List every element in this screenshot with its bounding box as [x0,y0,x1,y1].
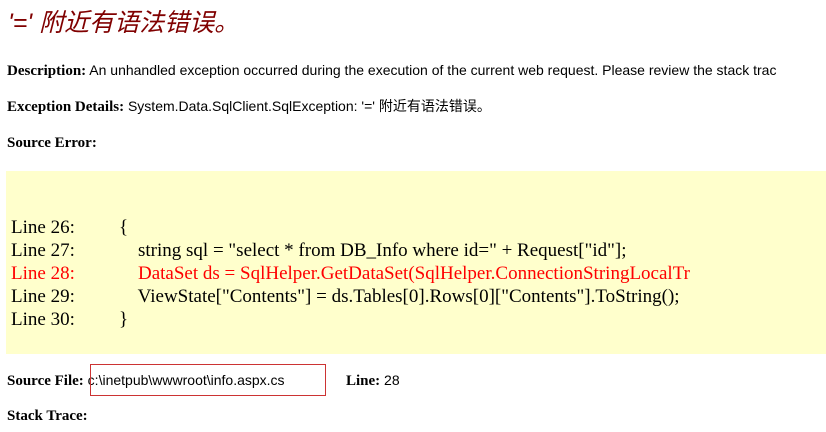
code-line-26: Line 26: { [11,216,128,239]
annotation-highlight-box [90,364,326,396]
source-code-block: Line 26: { Line 27: string sql = "select … [6,171,826,354]
error-title: '=' 附近有语法错误。 [8,9,240,37]
source-line-label: Line: [346,373,381,389]
source-line-value: 28 [380,372,400,388]
stack-trace-label: Stack Trace: [7,408,88,424]
source-line-info: Line: 28 [346,371,400,390]
description-label: Description: [7,63,87,79]
stack-trace-row: Stack Trace: [7,407,88,425]
code-line-text: DataSet ds = SqlHelper.GetDataSet(SqlHel… [119,263,690,284]
code-line-30: Line 30:} [11,308,128,331]
code-line-27: Line 27: string sql = "select * from DB_… [11,239,626,262]
code-line-29: Line 29: ViewState["Contents"] = ds.Tabl… [11,285,680,308]
code-line-text: ViewState["Contents"] = ds.Tables[0].Row… [119,286,680,307]
code-line-text: } [119,309,129,330]
source-error-row: Source Error: [7,134,97,152]
code-line-text: { [119,217,129,238]
code-line-number: Line 28: [11,263,75,284]
code-line-number: Line 29: [11,286,75,307]
code-line-text: string sql = "select * from DB_Info wher… [119,240,627,261]
exception-details-text: System.Data.SqlClient.SqlException: '=' … [124,98,491,114]
code-line-28-error: Line 28: DataSet ds = SqlHelper.GetDataS… [11,262,690,285]
source-file-label: Source File: [7,373,84,389]
code-line-number: Line 27: [11,240,75,261]
code-line-number: Line 26: [11,217,75,238]
exception-details-row: Exception Details: System.Data.SqlClient… [7,97,491,116]
description-row: Description: An unhandled exception occu… [7,61,776,80]
description-text: An unhandled exception occurred during t… [86,62,777,78]
code-line-number: Line 30: [11,309,75,330]
source-error-label: Source Error: [7,135,97,151]
exception-details-label: Exception Details: [7,99,125,115]
